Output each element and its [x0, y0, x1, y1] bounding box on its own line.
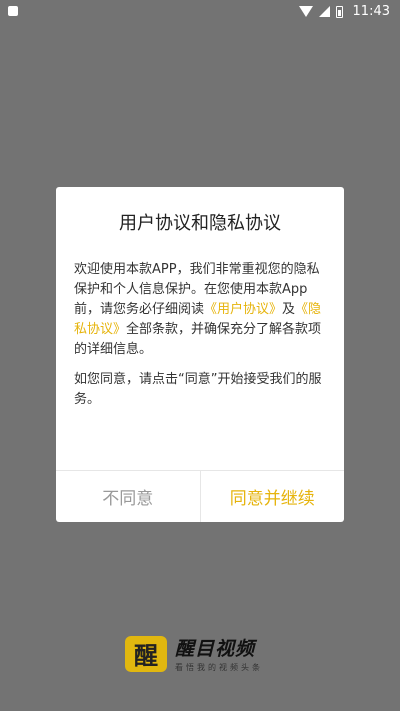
status-time: 11:43 [352, 4, 390, 19]
agree-continue-button[interactable]: 同意并继续 [199, 471, 345, 522]
user-agreement-link[interactable]: 《用户协议》 [204, 302, 282, 317]
brand-footer: 醒 醒目视频 看悟我的视频头条 [125, 634, 263, 673]
dialog-paragraph-1: 欢迎使用本款APP，我们非常重视您的隐私保护和个人信息保护。在您使用本款App前… [74, 260, 328, 360]
dialog-paragraph-2: 如您同意，请点击“同意”开始接受我们的服务。 [74, 372, 322, 407]
dialog-title: 用户协议和隐私协议 [119, 213, 281, 234]
wifi-icon [298, 6, 313, 17]
dialog-buttons: 不同意 同意并继续 [56, 471, 344, 522]
battery-icon [335, 5, 343, 18]
brand-text: 醒目视频 看悟我的视频头条 [175, 634, 263, 673]
signal-icon [318, 6, 330, 17]
brand-slogan: 看悟我的视频头条 [175, 663, 263, 672]
brand-name: 醒目视频 [175, 638, 256, 660]
status-right-group: 11:43 [298, 4, 390, 19]
app-notification-icon [8, 6, 18, 16]
disagree-button[interactable]: 不同意 [56, 471, 200, 522]
agreement-dialog: 用户协议和隐私协议 欢迎使用本款APP，我们非常重视您的隐私保护和个人信息保护。… [56, 187, 344, 522]
status-bar: 11:43 [0, 0, 400, 24]
dialog-text: 及 [282, 302, 296, 317]
app-logo-icon: 醒 [125, 635, 167, 672]
dialog-body: 欢迎使用本款APP，我们非常重视您的隐私保护和个人信息保护。在您使用本款App前… [74, 260, 328, 410]
